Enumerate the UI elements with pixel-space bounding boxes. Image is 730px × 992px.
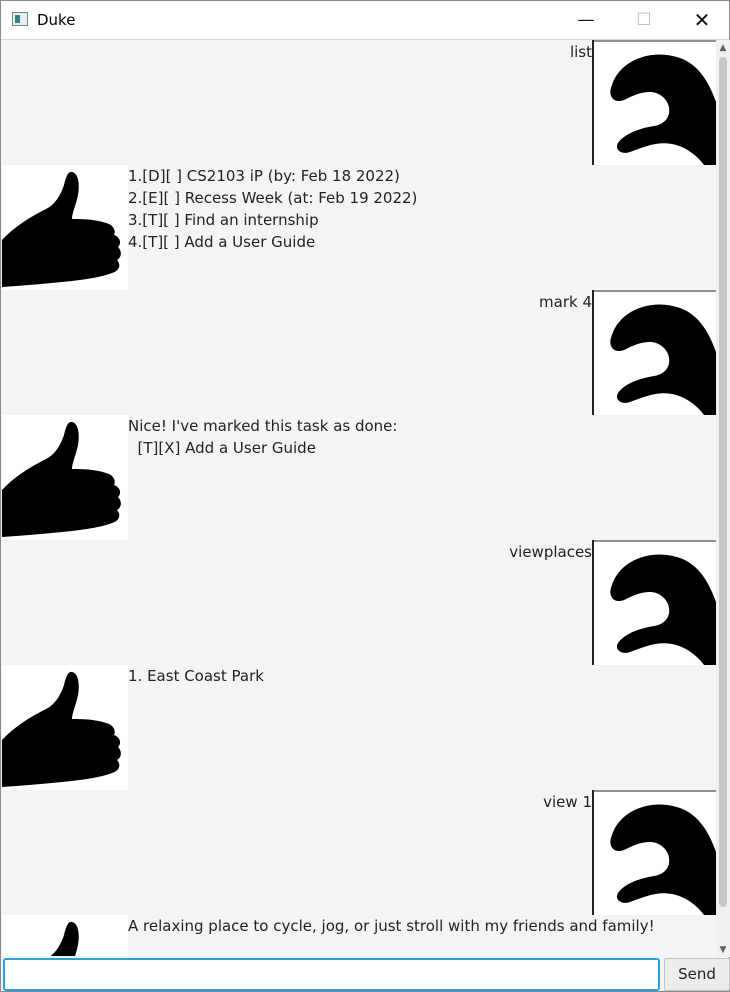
window-title: Duke — [37, 11, 76, 29]
maximize-button[interactable]: ☐ — [615, 1, 673, 39]
duke-message-row: Nice! I've marked this task as done: [T]… — [2, 415, 716, 540]
duke-avatar-icon — [2, 415, 128, 540]
scroll-down-arrow-icon[interactable]: ▼ — [718, 943, 728, 957]
duke-message-text: A relaxing place to cycle, jog, or just … — [128, 917, 655, 935]
duke-message-text: 1. East Coast Park — [128, 667, 264, 685]
vertical-scrollbar[interactable]: ▲ ▼ — [716, 40, 730, 957]
user-avatar-icon — [592, 290, 716, 415]
user-message-row: mark 4 — [2, 290, 716, 415]
user-message-text: list — [569, 43, 592, 61]
user-message-row: view 1 — [2, 790, 716, 915]
duke-message-row: 1.[D][ ] CS2103 iP (by: Feb 18 2022) 2.[… — [2, 165, 716, 290]
send-button[interactable]: Send — [664, 958, 730, 991]
scroll-up-arrow-icon[interactable]: ▲ — [718, 41, 728, 55]
app-icon — [12, 12, 28, 26]
app-window: Duke — ☐ ✕ list 1.[D][] CS2103 iP (by: … — [0, 0, 730, 992]
user-message-row: list — [2, 40, 716, 165]
user-message-text: view 1 — [543, 793, 592, 811]
duke-message-row: A relaxing place to cycle, jog, or just … — [2, 915, 716, 956]
user-message-text: viewplaces — [509, 543, 592, 561]
close-button[interactable]: ✕ — [673, 1, 730, 39]
minimize-button[interactable]: — — [557, 1, 615, 39]
scrollbar-thumb[interactable] — [719, 57, 727, 907]
duke-message-text: Nice! I've marked this task as done: [T]… — [128, 417, 398, 457]
user-message-text: mark 4 — [539, 293, 592, 311]
user-avatar-icon — [592, 40, 716, 165]
duke-message-text: 1.[D][ ] CS2103 iP (by: Feb 18 2022) 2.[… — [128, 167, 418, 251]
user-message-row: viewplaces — [2, 540, 716, 665]
title-bar: Duke — ☐ ✕ — [1, 1, 729, 40]
chat-scroll-pane[interactable]: list 1.[D][ ] CS2103 iP (by: Feb 18 2022… — [2, 40, 716, 956]
user-avatar-icon — [592, 790, 716, 915]
user-avatar-icon — [592, 540, 716, 665]
duke-avatar-icon — [2, 915, 128, 956]
duke-avatar-icon — [2, 165, 128, 290]
duke-avatar-icon — [2, 665, 128, 790]
message-input[interactable] — [3, 958, 660, 991]
duke-message-row: 1. East Coast Park — [2, 665, 716, 790]
